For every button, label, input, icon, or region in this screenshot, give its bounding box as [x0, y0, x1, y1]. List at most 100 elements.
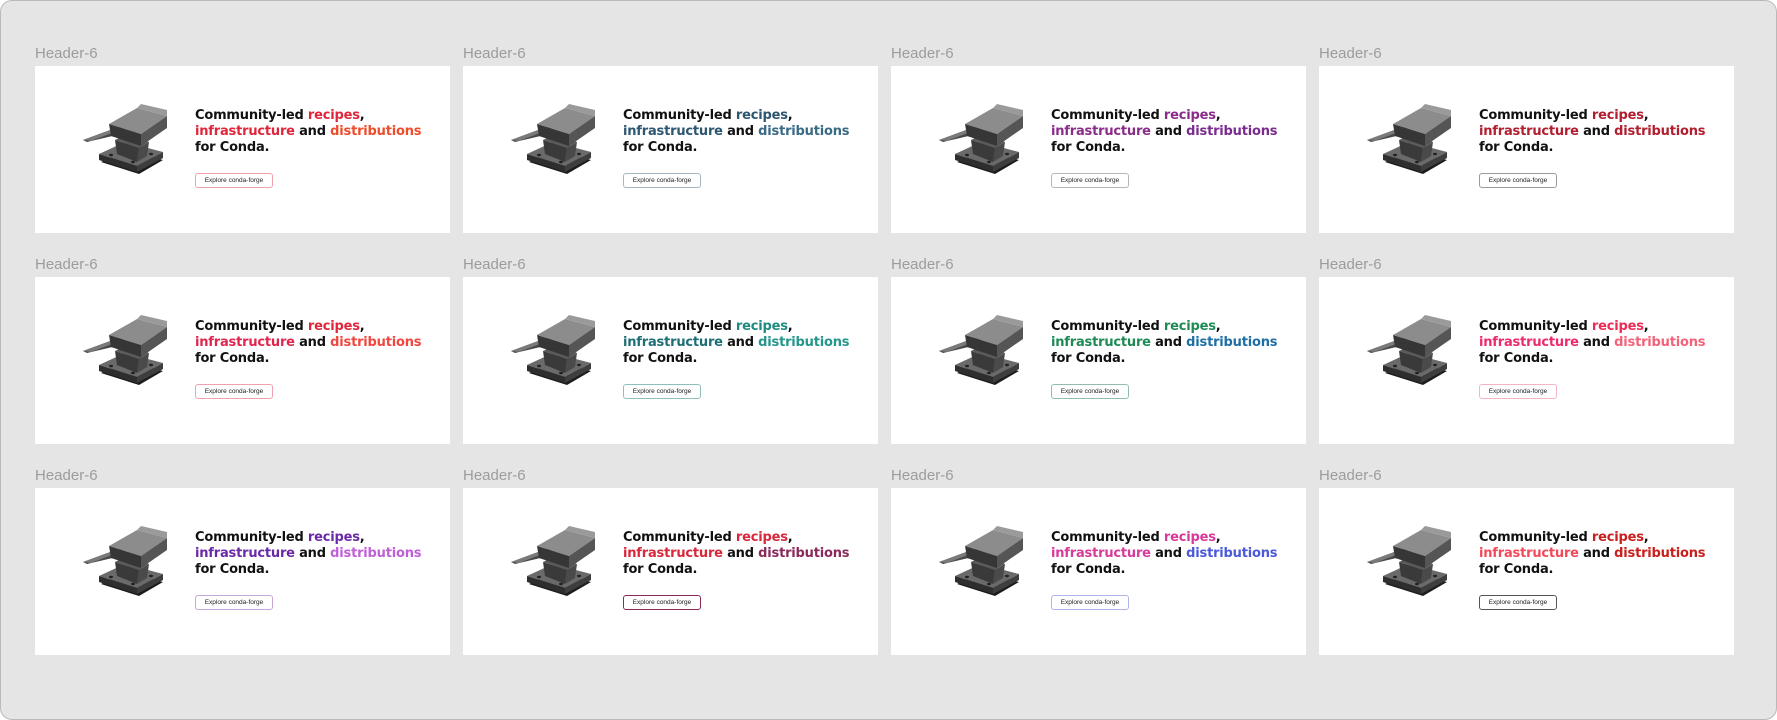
header-frame[interactable]: Header-6 Community-led recipes, infrastr… [891, 468, 1306, 655]
frame-label[interactable]: Header-6 [1319, 257, 1734, 277]
headline-line-1: Community-led recipes, [1479, 108, 1729, 124]
headline-line-1: Community-led recipes, [195, 319, 445, 335]
headline-line-2: infrastructure and distributions [623, 335, 873, 351]
frame-label[interactable]: Header-6 [891, 468, 1306, 488]
headline-text: and [294, 124, 331, 139]
headline-line-3: for Conda. [1479, 351, 1554, 366]
headline-line-1: Community-led recipes, [195, 108, 445, 124]
header-frame[interactable]: Header-6 Community-led recipes, infrastr… [891, 257, 1306, 444]
headline: Community-led recipes, infrastructure an… [1479, 530, 1729, 578]
highlight-distributions: distributions [1614, 546, 1706, 561]
headline-line-3: for Conda. [1051, 140, 1126, 155]
header-card[interactable]: Community-led recipes, infrastructure an… [1319, 66, 1734, 233]
highlight-distributions: distributions [758, 335, 850, 350]
frame-label[interactable]: Header-6 [35, 468, 450, 488]
frame-label[interactable]: Header-6 [891, 257, 1306, 277]
headline-text: and [1150, 335, 1187, 350]
design-canvas: Header-6 Community-led recipes, infrastr… [0, 0, 1777, 720]
header-frame[interactable]: Header-6 Community-led recipes, infrastr… [1319, 46, 1734, 233]
frame-label[interactable]: Header-6 [1319, 46, 1734, 66]
headline-text: , [1643, 108, 1649, 123]
headline-text: and [294, 546, 331, 561]
explore-button[interactable]: Explore conda-forge [1051, 595, 1129, 610]
highlight-infrastructure: infrastructure [623, 124, 723, 139]
highlight-distributions: distributions [1614, 335, 1706, 350]
header-card[interactable]: Community-led recipes, infrastructure an… [463, 66, 878, 233]
header-frame[interactable]: Header-6 Community-led recipes, infrastr… [35, 46, 450, 233]
highlight-recipes: recipes [1163, 530, 1216, 545]
highlight-distributions: distributions [758, 124, 850, 139]
header-frame[interactable]: Header-6 Community-led recipes, infrastr… [35, 468, 450, 655]
highlight-recipes: recipes [735, 319, 788, 334]
header-frame[interactable]: Header-6 Community-led recipes, infrastr… [35, 257, 450, 444]
anvil-icon [511, 526, 595, 596]
explore-button[interactable]: Explore conda-forge [195, 173, 273, 188]
headline: Community-led recipes, infrastructure an… [195, 319, 445, 367]
header-card[interactable]: Community-led recipes, infrastructure an… [891, 277, 1306, 444]
header-card[interactable]: Community-led recipes, infrastructure an… [891, 488, 1306, 655]
header-card[interactable]: Community-led recipes, infrastructure an… [463, 277, 878, 444]
headline-text: , [787, 530, 793, 545]
headline: Community-led recipes, infrastructure an… [1479, 319, 1729, 367]
frame-label[interactable]: Header-6 [463, 257, 878, 277]
headline: Community-led recipes, infrastructure an… [195, 530, 445, 578]
headline-text: , [359, 319, 365, 334]
headline-line-1: Community-led recipes, [623, 530, 873, 546]
headline-line-2: infrastructure and distributions [195, 124, 445, 140]
headline: Community-led recipes, infrastructure an… [623, 108, 873, 156]
highlight-infrastructure: infrastructure [1051, 124, 1151, 139]
headline-text: , [1215, 530, 1221, 545]
explore-button[interactable]: Explore conda-forge [623, 173, 701, 188]
explore-button[interactable]: Explore conda-forge [623, 384, 701, 399]
header-frame[interactable]: Header-6 Community-led recipes, infrastr… [891, 46, 1306, 233]
frame-label[interactable]: Header-6 [35, 257, 450, 277]
frame-label[interactable]: Header-6 [891, 46, 1306, 66]
headline-text: Community-led [623, 108, 736, 123]
explore-button[interactable]: Explore conda-forge [1051, 384, 1129, 399]
frame-label[interactable]: Header-6 [35, 46, 450, 66]
frame-label[interactable]: Header-6 [463, 468, 878, 488]
explore-button[interactable]: Explore conda-forge [1479, 384, 1557, 399]
headline-text: and [722, 546, 759, 561]
header-frame[interactable]: Header-6 Community-led recipes, infrastr… [463, 46, 878, 233]
frame-label[interactable]: Header-6 [463, 46, 878, 66]
anvil-icon [1367, 104, 1451, 174]
header-card[interactable]: Community-led recipes, infrastructure an… [35, 66, 450, 233]
headline-line-3: for Conda. [623, 562, 698, 577]
headline: Community-led recipes, infrastructure an… [1051, 319, 1301, 367]
anvil-icon [939, 315, 1023, 385]
headline-text: and [1578, 335, 1615, 350]
highlight-infrastructure: infrastructure [623, 335, 723, 350]
header-card[interactable]: Community-led recipes, infrastructure an… [1319, 277, 1734, 444]
headline-line-2: infrastructure and distributions [195, 546, 445, 562]
headline-text: and [1150, 546, 1187, 561]
highlight-recipes: recipes [1591, 108, 1644, 123]
header-frame[interactable]: Header-6 Community-led recipes, infrastr… [1319, 468, 1734, 655]
headline-text: and [722, 335, 759, 350]
highlight-distributions: distributions [1186, 546, 1278, 561]
explore-button[interactable]: Explore conda-forge [1051, 173, 1129, 188]
headline-line-3: for Conda. [195, 562, 270, 577]
header-frame[interactable]: Header-6 Community-led recipes, infrastr… [1319, 257, 1734, 444]
anvil-icon [1367, 526, 1451, 596]
explore-button[interactable]: Explore conda-forge [195, 384, 273, 399]
highlight-infrastructure: infrastructure [623, 546, 723, 561]
header-card[interactable]: Community-led recipes, infrastructure an… [891, 66, 1306, 233]
explore-button[interactable]: Explore conda-forge [623, 595, 701, 610]
frame-label[interactable]: Header-6 [1319, 468, 1734, 488]
headline-text: , [787, 319, 793, 334]
header-card[interactable]: Community-led recipes, infrastructure an… [463, 488, 878, 655]
anvil-icon [511, 104, 595, 174]
headline-line-1: Community-led recipes, [623, 108, 873, 124]
header-card[interactable]: Community-led recipes, infrastructure an… [35, 277, 450, 444]
headline-text: Community-led [1479, 108, 1592, 123]
explore-button[interactable]: Explore conda-forge [195, 595, 273, 610]
explore-button[interactable]: Explore conda-forge [1479, 173, 1557, 188]
header-card[interactable]: Community-led recipes, infrastructure an… [35, 488, 450, 655]
headline-text: Community-led [195, 108, 308, 123]
explore-button[interactable]: Explore conda-forge [1479, 595, 1557, 610]
header-frame[interactable]: Header-6 Community-led recipes, infrastr… [463, 257, 878, 444]
header-frame[interactable]: Header-6 Community-led recipes, infrastr… [463, 468, 878, 655]
highlight-distributions: distributions [1186, 124, 1278, 139]
header-card[interactable]: Community-led recipes, infrastructure an… [1319, 488, 1734, 655]
